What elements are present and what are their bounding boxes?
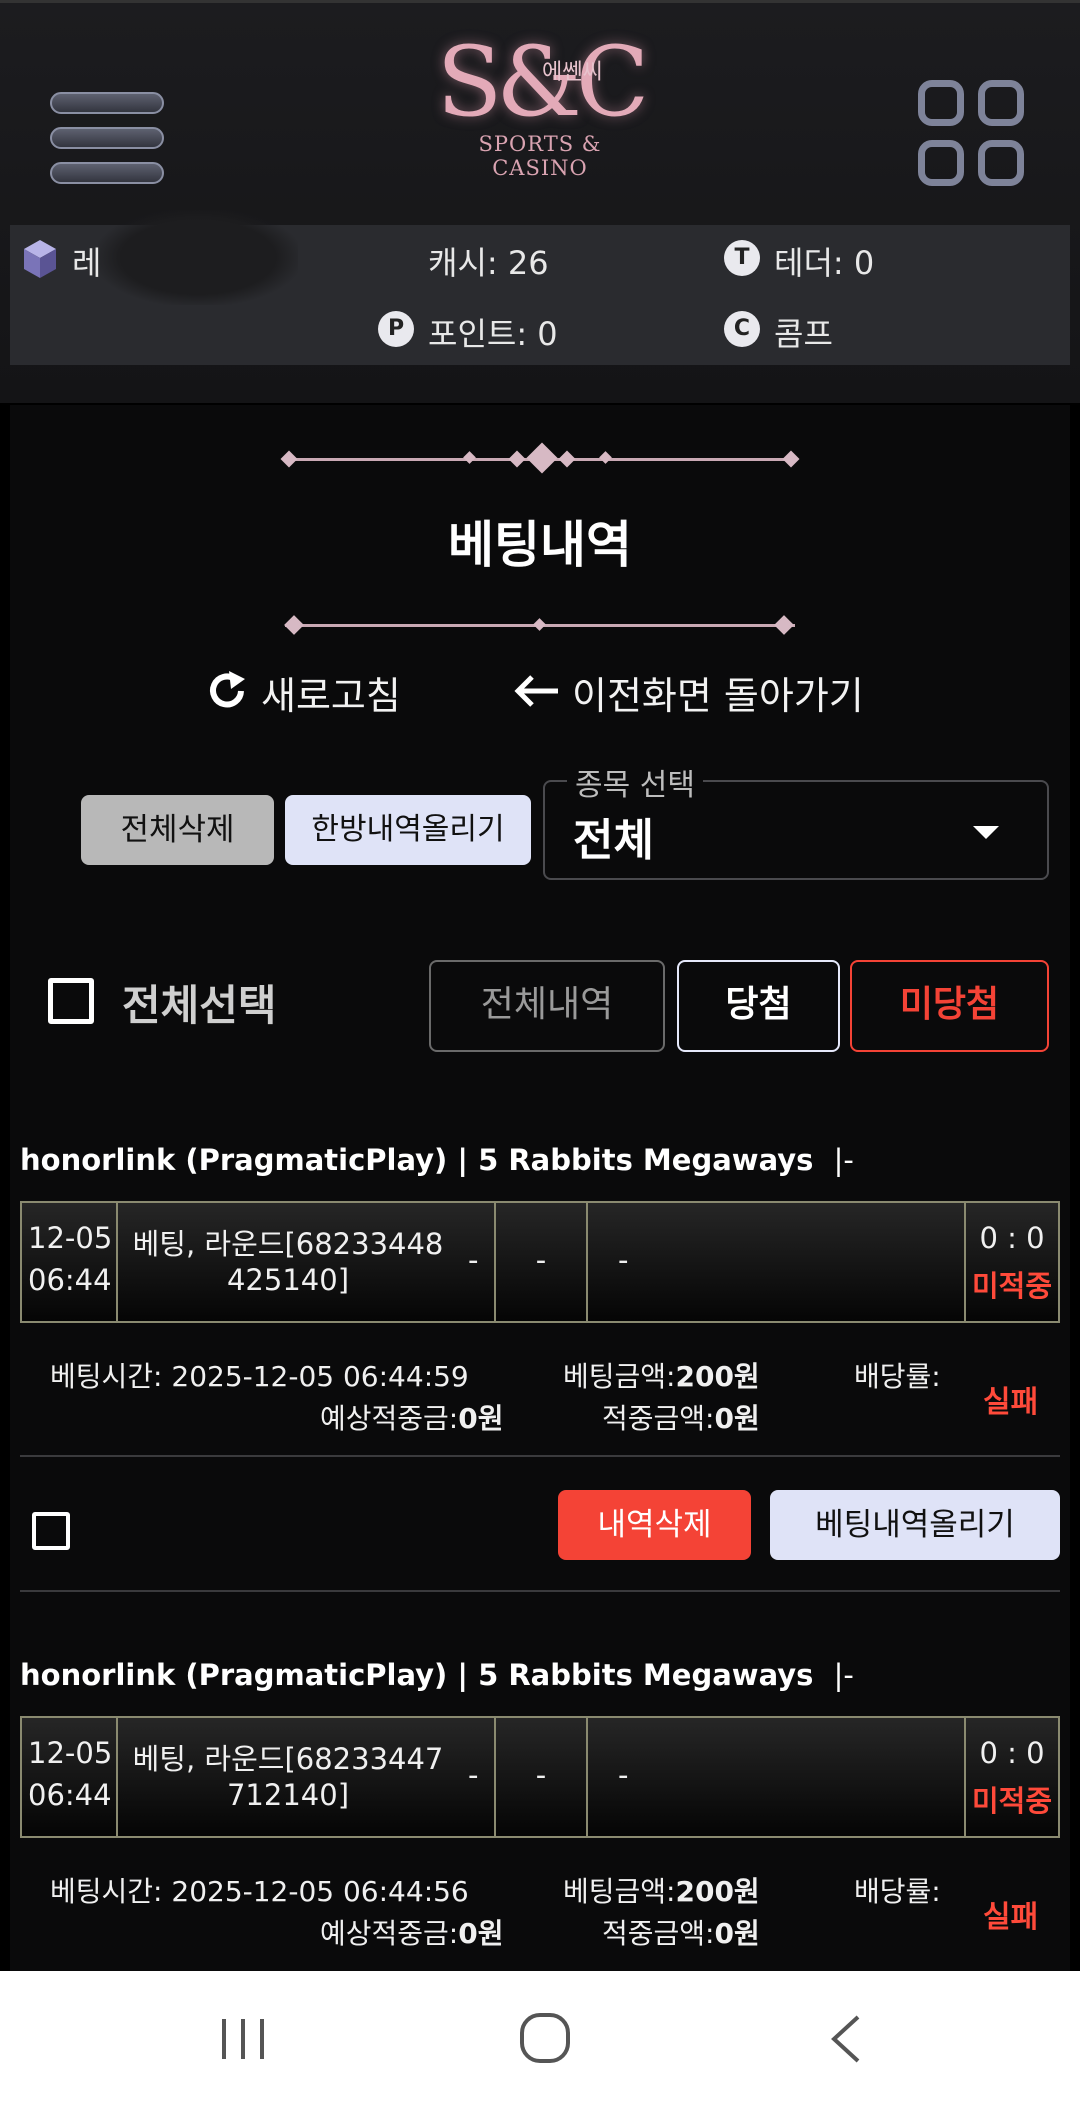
sport-select-value: 전체 [573, 815, 654, 866]
system-nav-bar [0, 1971, 1080, 2103]
site-logo[interactable]: S&C 에쎈씨 SPORTS & CASINO [430, 30, 650, 210]
title-ornament-top [280, 440, 800, 480]
recent-apps-icon[interactable] [218, 2015, 268, 2063]
logo-korean: 에쎈씨 [542, 60, 603, 85]
tether-balance: 테더: 0 [774, 244, 875, 282]
points-icon: P [378, 311, 414, 347]
refresh-icon [210, 671, 245, 708]
sport-select[interactable]: 종목 선택 전체 [543, 760, 1049, 880]
back-label: 이전화면 돌아가기 [572, 674, 864, 718]
select-all-checkbox[interactable] [48, 978, 94, 1024]
upload-bet-button[interactable]: 베팅내역올리기 [770, 1490, 1060, 1560]
comp-icon: C [724, 311, 760, 347]
bet-score-cell: 0 : 0 미적중 [966, 1718, 1058, 1836]
bet-status: 미적중 [971, 1269, 1053, 1303]
logo-subtitle: SPORTS & CASINO [478, 132, 602, 180]
bet-game-title: honorlink (PragmaticPlay) | 5 Rabbits Me… [20, 1658, 854, 1692]
bet-row: 12-05 06:44 베팅, 라운드[68233447 712140] - -… [20, 1716, 1060, 1838]
bet-date: 12-05 [28, 1221, 113, 1255]
bet-time: 06:44 [28, 1263, 112, 1297]
bet-amount: 베팅금액:200원 [563, 1875, 760, 1908]
redacted-name [98, 210, 298, 305]
tether-icon: T [724, 240, 760, 276]
refresh-label: 새로고침 [261, 674, 401, 718]
bet-description-cell: 베팅, 라운드[68233448 425140] - [118, 1203, 496, 1321]
bet-odds: 배당률: [854, 1360, 941, 1393]
bet-select-checkbox[interactable] [32, 1512, 70, 1550]
bet-description-line1: 베팅, 라운드[68233447 [132, 1742, 444, 1776]
bet-score: 0 : 0 [979, 1221, 1045, 1255]
bet-game-title: honorlink (PragmaticPlay) | 5 Rabbits Me… [20, 1143, 854, 1177]
bet-col-cell: - [496, 1203, 588, 1321]
bet-dash: - [618, 1243, 629, 1277]
bet-time: 06:44 [28, 1778, 112, 1812]
filter-lose-button[interactable]: 미당첨 [850, 960, 1049, 1052]
delete-all-button[interactable]: 전체삭제 [81, 795, 274, 865]
grid-apps-icon[interactable] [918, 80, 1030, 192]
bet-score: 0 : 0 [979, 1736, 1045, 1770]
bet-score-cell: 0 : 0 미적중 [966, 1203, 1058, 1321]
bet-col-cell: - [588, 1718, 966, 1836]
divider [20, 1455, 1060, 1457]
bet-win-amount: 적중금액:0원 [602, 1917, 760, 1950]
bet-game-name: honorlink (PragmaticPlay) | 5 Rabbits Me… [20, 1658, 814, 1692]
arrow-left-icon [514, 675, 558, 707]
hamburger-menu-icon[interactable] [50, 92, 164, 184]
bet-expected: 예상적중금:0원 [320, 1917, 504, 1950]
sport-select-label: 종목 선택 [567, 760, 703, 804]
divider [20, 1590, 1060, 1592]
home-icon[interactable] [518, 2011, 572, 2065]
back-icon[interactable] [826, 2013, 866, 2065]
bet-time-detail: 베팅시간: 2025-12-05 06:44:59 [50, 1360, 469, 1393]
bet-game-suffix: |- [833, 1658, 854, 1692]
bet-dash: - [618, 1758, 629, 1792]
bet-datetime-cell: 12-05 06:44 [22, 1718, 118, 1836]
bet-col-cell: - [496, 1718, 588, 1836]
title-ornament-bottom [284, 606, 795, 646]
select-all-label[interactable]: 전체선택 [122, 972, 277, 1033]
filter-win-button[interactable]: 당첨 [677, 960, 840, 1052]
filter-all-button[interactable]: 전체내역 [429, 960, 665, 1052]
bet-amount: 베팅금액:200원 [563, 1360, 760, 1393]
bet-description-line2: 425140] [226, 1263, 350, 1297]
bet-col-cell: - [588, 1203, 966, 1321]
logo-text: S&C [436, 26, 650, 138]
bet-date: 12-05 [28, 1736, 113, 1770]
bet-dash: - [468, 1243, 479, 1277]
bet-dash: - [535, 1243, 547, 1277]
bet-dash: - [468, 1758, 479, 1792]
bet-odds: 배당률: [854, 1875, 941, 1908]
chevron-down-icon [973, 826, 999, 839]
page-title: 베팅내역 [448, 516, 632, 574]
bet-result: 실패 [983, 1900, 1039, 1935]
bet-datetime-cell: 12-05 06:44 [22, 1203, 118, 1321]
bet-game-suffix: |- [833, 1143, 854, 1177]
upload-all-button[interactable]: 한방내역올리기 [285, 795, 531, 865]
bet-description-cell: 베팅, 라운드[68233447 712140] - [118, 1718, 496, 1836]
comp-link[interactable]: 콤프 [774, 309, 833, 355]
bet-expected: 예상적중금:0원 [320, 1402, 504, 1435]
cash-balance: 캐시: 26 [428, 244, 549, 282]
points-balance: 포인트: 0 [428, 315, 558, 353]
bet-win-amount: 적중금액:0원 [602, 1402, 760, 1435]
level-cube-icon [24, 240, 56, 278]
bet-dash: - [535, 1758, 547, 1792]
delete-bet-button[interactable]: 내역삭제 [558, 1490, 751, 1560]
bet-status: 미적중 [971, 1784, 1053, 1818]
bet-description-line1: 베팅, 라운드[68233448 [132, 1227, 444, 1261]
bet-row: 12-05 06:44 베팅, 라운드[68233448 425140] - -… [20, 1201, 1060, 1323]
bet-time-detail: 베팅시간: 2025-12-05 06:44:56 [50, 1875, 469, 1908]
bet-description-line2: 712140] [226, 1778, 350, 1812]
bet-result: 실패 [983, 1385, 1039, 1420]
bet-game-name: honorlink (PragmaticPlay) | 5 Rabbits Me… [20, 1143, 814, 1177]
